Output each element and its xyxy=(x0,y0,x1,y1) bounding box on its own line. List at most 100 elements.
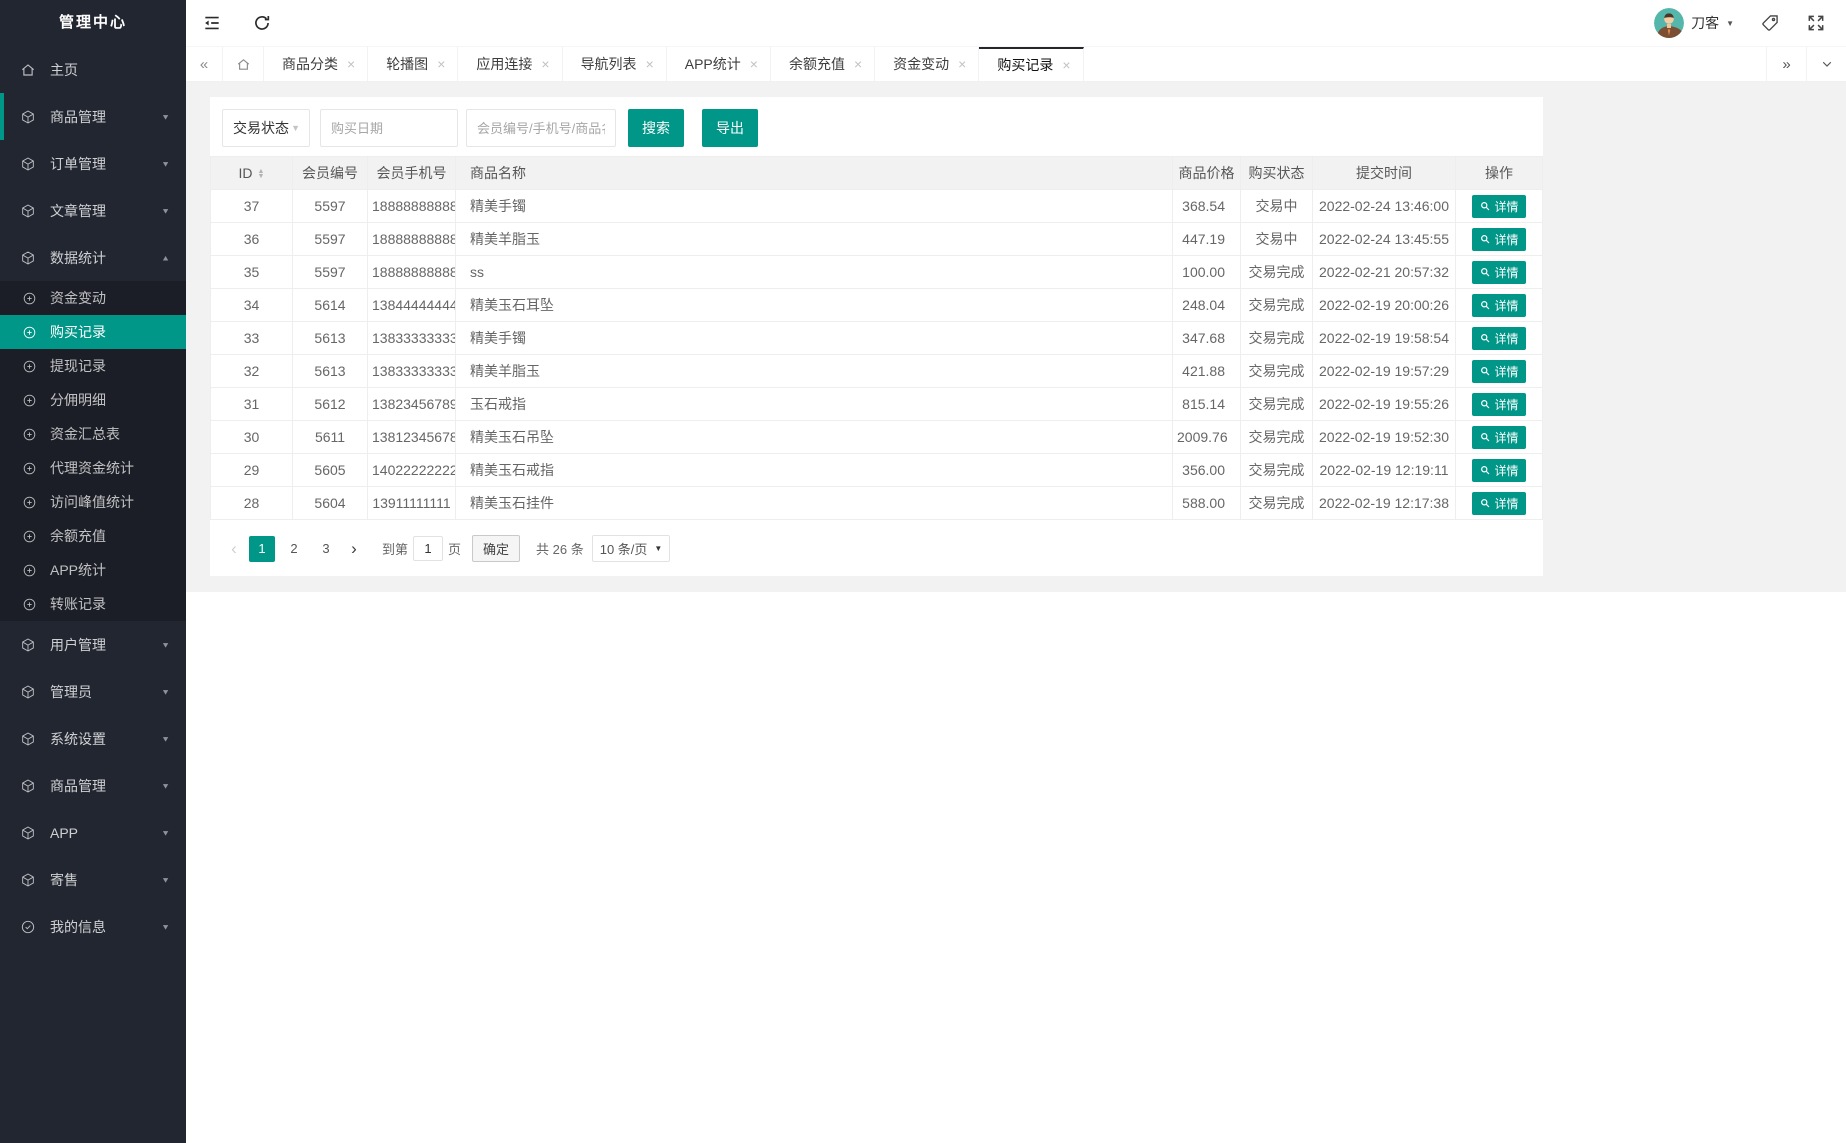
user-menu[interactable]: 刀客 ▼ xyxy=(1654,8,1734,38)
tabbar-right: » xyxy=(1766,47,1846,81)
page-button-1[interactable]: 1 xyxy=(249,535,275,562)
close-icon[interactable]: × xyxy=(437,56,445,72)
detail-button-label: 详情 xyxy=(1494,364,1519,379)
cell-product-name: ss xyxy=(455,255,1173,289)
cell-submit-time: 2022-02-19 19:52:30 xyxy=(1312,420,1456,454)
purchase-date-input[interactable] xyxy=(320,109,458,147)
cell-submit-time: 2022-02-24 13:45:55 xyxy=(1312,222,1456,256)
sidebar-item-goods-manage[interactable]: 商品管理 ▼ xyxy=(0,93,186,140)
column-header[interactable]: ID ▲ ▼ xyxy=(210,156,293,190)
sidebar-item-my-info[interactable]: 我的信息 ▼ xyxy=(0,903,186,950)
sidebar-subitem-transfer-records[interactable]: 转账记录 xyxy=(0,587,186,621)
sidebar-subitem-app-stats[interactable]: APP统计 xyxy=(0,553,186,587)
plus-circle-icon xyxy=(22,427,37,442)
detail-button[interactable]: 详情 xyxy=(1472,260,1526,284)
sidebar-subitem-visit-peak-stats[interactable]: 访问峰值统计 xyxy=(0,485,186,519)
tab-balance-recharge[interactable]: 余额充值 × xyxy=(771,47,876,81)
jump-confirm-button[interactable]: 确定 xyxy=(472,535,521,562)
chevron-up-icon: ▲ xyxy=(161,253,170,262)
detail-button[interactable]: 详情 xyxy=(1472,227,1526,251)
close-icon[interactable]: × xyxy=(854,56,862,72)
sidebar-item-order-manage[interactable]: 订单管理 ▼ xyxy=(0,140,186,187)
prev-page-icon[interactable]: ‹ xyxy=(222,536,246,562)
sidebar-item-app[interactable]: APP ▼ xyxy=(0,809,186,856)
sidebar-subitem-funds-change[interactable]: 资金变动 xyxy=(0,281,186,315)
export-button[interactable]: 导出 xyxy=(702,109,758,147)
close-icon[interactable]: × xyxy=(750,56,758,72)
detail-button[interactable]: 详情 xyxy=(1472,491,1526,515)
tabs-scroll-left-icon[interactable]: « xyxy=(186,47,222,81)
detail-button[interactable]: 详情 xyxy=(1472,425,1526,449)
refresh-icon[interactable] xyxy=(252,13,272,33)
search-button[interactable]: 搜索 xyxy=(628,109,684,147)
detail-button[interactable]: 详情 xyxy=(1472,458,1526,482)
tab-purchase-records[interactable]: 购买记录 × xyxy=(979,47,1084,81)
sidebar-item-consign[interactable]: 寄售 ▼ xyxy=(0,856,186,903)
keyword-input[interactable] xyxy=(466,109,616,147)
sidebar-item-label: 管理员 xyxy=(50,683,92,700)
tab-label: 应用连接 xyxy=(476,56,533,72)
tab-app-link[interactable]: 应用连接 × xyxy=(458,47,563,81)
sidebar-item-admins[interactable]: 管理员 ▼ xyxy=(0,668,186,715)
sidebar-subitem-agent-funds-stats[interactable]: 代理资金统计 xyxy=(0,451,186,485)
total-count-label: 共 26 条 xyxy=(536,542,584,557)
close-icon[interactable]: × xyxy=(541,56,549,72)
sidebar-item-system-settings[interactable]: 系统设置 ▼ xyxy=(0,715,186,762)
tabs-more-icon[interactable] xyxy=(1806,47,1846,81)
sidebar-subitem-commission-detail[interactable]: 分佣明细 xyxy=(0,383,186,417)
detail-button[interactable]: 详情 xyxy=(1472,293,1526,317)
sidebar-item-user-manage[interactable]: 用户管理 ▼ xyxy=(0,621,186,668)
tabs-scroll-right-icon[interactable]: » xyxy=(1766,47,1806,81)
tab-goods-category[interactable]: 商品分类 × xyxy=(264,47,369,81)
tab-app-stats[interactable]: APP统计 × xyxy=(667,47,771,81)
chevron-down-icon: ▼ xyxy=(161,781,170,790)
cube-icon xyxy=(20,637,36,653)
tabs-list: 商品分类 × 轮播图 × 应用连接 × 导航列表 × APP统计 × 余额充值 × 资金变动 × 购买记录 × xyxy=(264,47,1084,81)
tab-carousel[interactable]: 轮播图 × xyxy=(368,47,459,81)
purchase-records-card: 交易状态 ▼ 搜索 导出 ID▲▼会员编号会员手机号商品名称商品 xyxy=(210,97,1543,576)
fullscreen-icon[interactable] xyxy=(1806,13,1826,33)
menu-collapse-icon[interactable] xyxy=(202,13,222,33)
next-page-icon[interactable]: › xyxy=(342,536,366,562)
tab-label: 资金变动 xyxy=(893,56,950,72)
cell-member-no: 5613 xyxy=(292,321,368,355)
cube-icon xyxy=(20,778,36,794)
tag-icon[interactable] xyxy=(1760,13,1780,33)
detail-button[interactable]: 详情 xyxy=(1472,326,1526,350)
tab-home[interactable] xyxy=(222,47,264,81)
cube-icon xyxy=(20,109,36,125)
close-icon[interactable]: × xyxy=(347,56,355,72)
jump-page-input[interactable] xyxy=(413,536,444,561)
page-button-3[interactable]: 3 xyxy=(313,536,339,562)
sidebar-subitem-withdraw-records[interactable]: 提现记录 xyxy=(0,349,186,383)
cell-submit-time: 2022-02-19 12:19:11 xyxy=(1312,453,1456,487)
detail-button[interactable]: 详情 xyxy=(1472,194,1526,218)
close-icon[interactable]: × xyxy=(646,56,654,72)
tab-funds-change[interactable]: 资金变动 × xyxy=(875,47,980,81)
sidebar-item-home[interactable]: 主页 xyxy=(0,46,186,93)
close-icon[interactable]: × xyxy=(1062,57,1070,73)
sidebar-item-goods-manage-2[interactable]: 商品管理 ▼ xyxy=(0,762,186,809)
cell-member-no: 5612 xyxy=(292,387,368,421)
sidebar-item-data-stats[interactable]: 数据统计 ▲ xyxy=(0,234,186,281)
page-button-2[interactable]: 2 xyxy=(281,536,307,562)
cell-submit-time: 2022-02-19 19:57:29 xyxy=(1312,354,1456,388)
sidebar-subitem-purchase-records[interactable]: 购买记录 xyxy=(0,315,186,349)
tabbar: « 商品分类 × 轮播图 × 应用连接 × 导航列表 × APP统计 × 余额充值 × 资金变动 × 购买记… xyxy=(186,46,1846,82)
chevron-down-icon: ▼ xyxy=(654,544,663,553)
plus-circle-icon xyxy=(22,461,37,476)
sidebar-subitem-balance-recharge[interactable]: 余额充值 xyxy=(0,519,186,553)
page-size-select[interactable]: 10 条/页 ▼ xyxy=(591,535,671,562)
close-icon[interactable]: × xyxy=(958,56,966,72)
sidebar-item-article-manage[interactable]: 文章管理 ▼ xyxy=(0,187,186,234)
sidebar-subitem-funds-summary[interactable]: 资金汇总表 xyxy=(0,417,186,451)
sidebar-item-label: 数据统计 xyxy=(50,249,106,266)
purchase-records-table: ID ▲ ▼ 会员编号 会员手机号 商品名称 商品价格 购买状态 提交时间 操作 37 5597 18… xyxy=(210,156,1543,520)
app-root: 管理中心 主页 商品管理 ▼ 订单管理 ▼ 文章管理 ▼ 数据统计 ▲ 资金变动 购买记录 提现记录分… xyxy=(0,0,1846,1143)
table-row: 28 5604 13911111111 精美玉石挂件 588.00 交易完成 2022-02… xyxy=(210,486,1543,520)
detail-button[interactable]: 详情 xyxy=(1472,359,1526,383)
sort-icon[interactable]: ▲ ▼ xyxy=(258,168,265,180)
tab-nav-list[interactable]: 导航列表 × xyxy=(563,47,667,81)
detail-button[interactable]: 详情 xyxy=(1472,392,1526,416)
trade-status-select[interactable]: 交易状态 ▼ xyxy=(222,109,310,147)
